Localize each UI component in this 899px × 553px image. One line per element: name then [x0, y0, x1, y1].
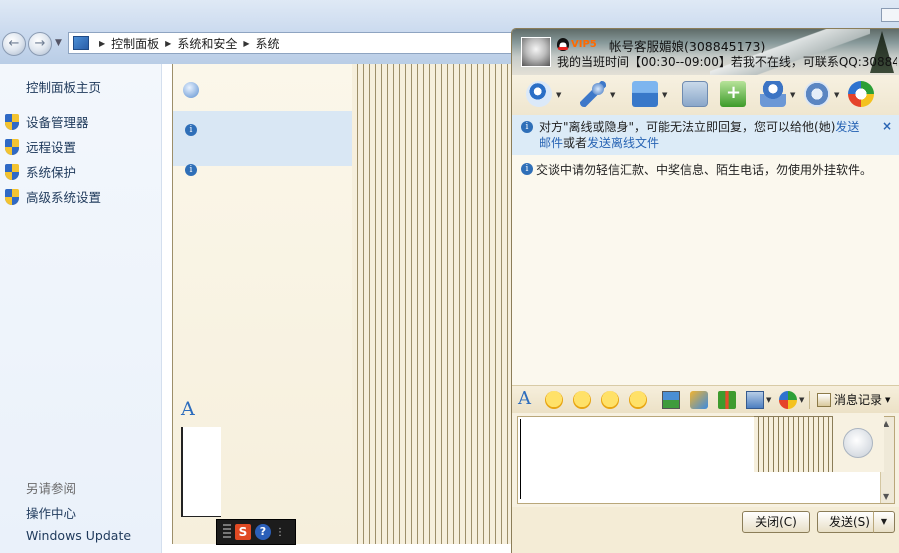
magic-emoji-icon[interactable] — [573, 391, 591, 409]
chevron-down-icon[interactable]: ▼ — [610, 91, 615, 99]
more-icon[interactable]: ⋮ — [275, 527, 285, 538]
notice-band — [173, 111, 292, 166]
uac-shield-icon — [4, 188, 20, 205]
control-panel-home-link[interactable]: 控制面板主页 — [26, 77, 101, 96]
qq-penguin-icon — [557, 38, 569, 51]
scroll-down-icon[interactable]: ▼ — [883, 492, 889, 501]
user-apps-icon[interactable] — [760, 81, 786, 107]
chevron-down-icon[interactable]: ▼ — [799, 396, 804, 404]
info-icon: i — [185, 124, 197, 136]
close-notice-button[interactable]: × — [882, 119, 892, 133]
ime-toolbar[interactable]: S ? ⋮ — [216, 519, 296, 545]
breadcrumb-arrow-icon[interactable]: ▶ — [243, 39, 249, 48]
send-offline-file-link[interactable]: 发送离线文件 — [587, 136, 659, 150]
offline-notice-text: 对方"离线或隐身"，可能无法立即回复，您可以给他(她)发送邮件或者发送离线文件 — [539, 119, 869, 151]
chat-title-bar: VIP5 帐号客服媚娘(308845173) 我的当班时间【00:30--09:… — [512, 29, 899, 75]
vip-badge[interactable]: VIP5 — [571, 39, 597, 50]
soso-icon[interactable] — [779, 391, 797, 409]
chat-toolbar: ▼ ▼ ▼ ▼ ▼ — [512, 75, 899, 115]
video-call-icon[interactable] — [526, 81, 552, 107]
chevron-down-icon[interactable]: ▼ — [556, 91, 561, 99]
message-input — [181, 427, 221, 517]
sidebar-item-label: 系统保护 — [26, 165, 77, 180]
shake-window-icon[interactable] — [601, 391, 619, 409]
uac-shield-icon — [4, 113, 20, 130]
notice-prefix: 对方"离线或隐身"，可能无法立即回复，您可以给他(她) — [539, 120, 836, 134]
chat-bottom-bar: 关闭(C) 发送(S) ▼ — [512, 507, 899, 553]
create-group-icon[interactable] — [720, 81, 746, 107]
stacked-chat-windows: iiAiiAiiAiiAiiAiiAiiAiiA — [162, 64, 512, 553]
info-icon: i — [185, 164, 197, 176]
breadcrumb-system[interactable]: 系统 — [256, 35, 280, 52]
font-icon[interactable]: A — [518, 388, 536, 409]
contact-status-message: 我的当班时间【00:30--09:00】若我不在线，可联系QQ:30884... — [557, 55, 897, 69]
notification-bell-icon[interactable] — [843, 428, 873, 458]
qq-chat-window: VIP5 帐号客服媚娘(308845173) 我的当班时间【00:30--09:… — [511, 28, 899, 553]
video-call-icon — [183, 82, 199, 98]
breadcrumb-control-panel[interactable]: 控制面板 — [111, 35, 159, 52]
settings-icon[interactable] — [804, 81, 830, 107]
offline-notice: i 对方"离线或隐身"，可能无法立即回复，您可以给他(她)发送邮件或者发送离线文… — [512, 115, 899, 155]
screenshot-icon[interactable] — [746, 391, 764, 409]
help-icon[interactable]: ? — [255, 524, 271, 540]
popup-window — [832, 416, 884, 472]
notice-middle: 或者 — [563, 136, 588, 150]
sidebar-item-advanced-settings[interactable]: 高级系统设置 — [4, 187, 101, 206]
sidebar-item-label: 高级系统设置 — [26, 190, 102, 205]
uac-shield-icon — [4, 138, 20, 155]
text-caret — [520, 419, 521, 499]
chevron-down-icon[interactable]: ▼ — [662, 91, 667, 99]
minimize-button[interactable] — [881, 8, 899, 22]
action-center-link[interactable]: 操作中心 — [26, 503, 76, 522]
address-bar[interactable]: ▶ 控制面板 ▶ 系统和安全 ▶ 系统 — [68, 32, 528, 54]
history-icon — [817, 392, 831, 407]
close-chat-button[interactable]: 关闭(C) — [742, 511, 810, 533]
history-label: 消息记录 — [834, 393, 883, 407]
control-panel-icon — [73, 36, 89, 50]
safety-warning: 交谈中请勿轻信汇款、中奖信息、陌生电话，勿使用外挂软件。 — [536, 163, 873, 177]
send-options-dropdown[interactable]: ▼ — [873, 511, 895, 533]
emoji-icon[interactable] — [545, 391, 563, 409]
sidebar-item-remote-settings[interactable]: 远程设置 — [4, 137, 76, 156]
stacked-chat-window: i i A — [172, 64, 292, 544]
forward-arrow-icon[interactable]: → — [28, 32, 52, 56]
back-arrow-icon[interactable]: ← — [2, 32, 26, 56]
grip-icon[interactable] — [223, 524, 231, 540]
send-image-icon[interactable] — [662, 391, 680, 409]
breadcrumb-arrow-icon[interactable]: ▶ — [99, 39, 105, 48]
soso-icon[interactable] — [848, 81, 874, 107]
stacked-popup-edges — [754, 416, 834, 472]
doodle-icon[interactable] — [629, 391, 647, 409]
sidebar-item-label: 远程设置 — [26, 140, 77, 155]
breadcrumb-system-security[interactable]: 系统和安全 — [177, 35, 237, 52]
toolbar-divider — [809, 391, 810, 409]
info-icon: i — [521, 163, 533, 175]
chevron-down-icon[interactable]: ▼ — [885, 396, 890, 404]
music-icon[interactable] — [690, 391, 708, 409]
font-icon: A — [181, 398, 195, 420]
control-panel-sidebar: 控制面板主页 设备管理器 远程设置 系统保护 高级系统设置 另请参阅 操作中心 … — [0, 64, 162, 553]
voice-call-icon[interactable] — [580, 81, 606, 107]
sidebar-item-label: 设备管理器 — [26, 115, 89, 130]
message-history-button[interactable]: 消息记录 ▼ — [817, 391, 890, 408]
chevron-down-icon[interactable]: ▼ — [790, 91, 795, 99]
send-email-icon[interactable] — [682, 81, 708, 107]
sidebar-item-system-protection[interactable]: 系统保护 — [4, 162, 76, 181]
sogou-icon[interactable]: S — [235, 524, 251, 540]
format-toolbar: A ▼ ▼ 消息记录 ▼ — [512, 385, 899, 413]
chevron-down-icon[interactable]: ▼ — [834, 91, 839, 99]
uac-shield-icon — [4, 163, 20, 180]
breadcrumb-arrow-icon[interactable]: ▶ — [165, 39, 171, 48]
message-history-area[interactable]: i 交谈中请勿轻信汇款、中奖信息、陌生电话，勿使用外挂软件。 — [512, 155, 899, 391]
sidebar-item-device-manager[interactable]: 设备管理器 — [4, 112, 89, 131]
gift-icon[interactable] — [718, 391, 736, 409]
see-also-heading: 另请参阅 — [26, 481, 77, 496]
stacked-window-edges — [352, 64, 512, 544]
send-file-icon[interactable] — [632, 81, 658, 107]
contact-avatar[interactable] — [521, 37, 551, 67]
windows-update-link[interactable]: Windows Update — [26, 528, 131, 543]
recent-pages-dropdown-icon[interactable]: ▼ — [55, 38, 62, 48]
chevron-down-icon[interactable]: ▼ — [766, 396, 771, 404]
info-icon: i — [521, 121, 533, 133]
